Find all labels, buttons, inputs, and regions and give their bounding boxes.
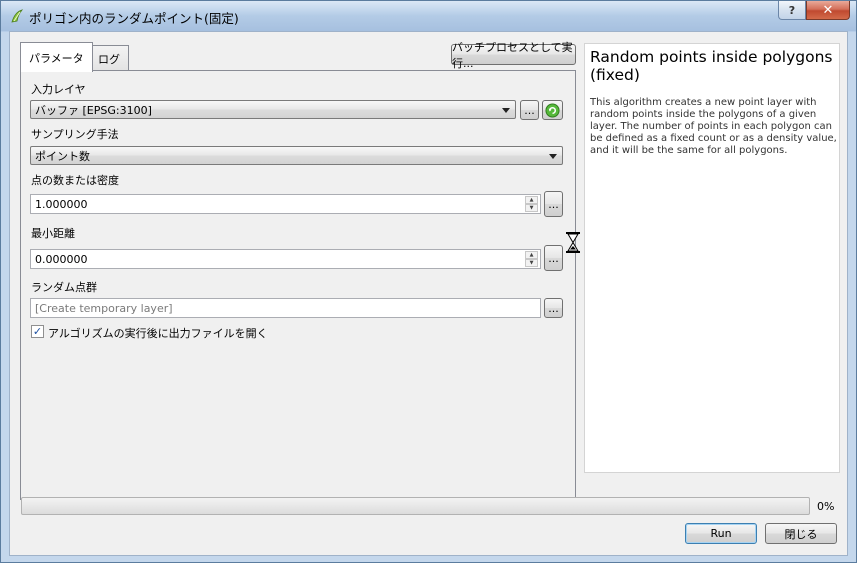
progress-percent: 0%	[817, 500, 835, 513]
points-browse-button[interactable]: ...	[544, 191, 563, 217]
tab-parameters[interactable]: パラメータ	[20, 42, 93, 72]
close-window-button[interactable]: ✕	[806, 1, 850, 20]
min-distance-value: 0.000000	[35, 252, 88, 266]
chevron-down-icon	[502, 108, 510, 113]
run-button[interactable]: Run	[685, 523, 757, 544]
parameters-panel: 入力レイヤ バッファ [EPSG:3100] ... サンプリング手法 ポイント…	[20, 70, 576, 500]
output-field[interactable]: [Create temporary layer]	[30, 298, 541, 318]
chevron-down-icon	[549, 154, 557, 159]
spin-up-icon[interactable]: ▲	[525, 251, 538, 259]
input-layer-label: 入力レイヤ	[31, 83, 86, 96]
points-value: 1.000000	[35, 197, 88, 211]
batch-process-button[interactable]: バッチプロセスとして実行...	[451, 41, 576, 70]
sampling-value: ポイント数	[35, 149, 90, 163]
help-panel: Random points inside polygons (fixed) Th…	[584, 43, 840, 473]
sampling-label: サンプリング手法	[31, 128, 119, 141]
input-layer-value: バッファ [EPSG:3100]	[35, 103, 152, 117]
title-bar[interactable]: ポリゴン内のランダムポイント(固定) ? ✕	[1, 1, 856, 31]
input-layer-combo[interactable]: バッファ [EPSG:3100]	[30, 100, 516, 119]
output-label: ランダム点群	[31, 281, 97, 294]
tab-log[interactable]: ログ	[89, 45, 129, 71]
input-layer-browse-button[interactable]: ...	[520, 100, 539, 120]
close-button[interactable]: 閉じる	[765, 523, 837, 544]
dialog-client: パラメータ ログ バッチプロセスとして実行... 入力レイヤ バッファ [EPS…	[9, 31, 848, 556]
hourglass-cursor-icon	[566, 232, 580, 253]
help-title: Random points inside polygons (fixed)	[590, 48, 833, 84]
points-label: 点の数または密度	[31, 174, 119, 187]
min-distance-spinbox[interactable]: 0.000000 ▲ ▼	[30, 249, 541, 269]
qgis-icon	[11, 9, 24, 23]
dialog-window: ポリゴン内のランダムポイント(固定) ? ✕ パラメータ ログ バッチプロセスと…	[0, 0, 857, 563]
help-description: This algorithm creates a new point layer…	[590, 97, 837, 156]
help-button[interactable]: ?	[778, 1, 806, 20]
spin-up-icon[interactable]: ▲	[525, 196, 538, 204]
refresh-icon	[545, 102, 560, 118]
min-distance-browse-button[interactable]: ...	[544, 245, 563, 271]
points-spinbox[interactable]: 1.000000 ▲ ▼	[30, 194, 541, 214]
min-distance-label: 最小距離	[31, 227, 75, 240]
sampling-combo[interactable]: ポイント数	[30, 146, 563, 165]
spin-down-icon[interactable]: ▼	[525, 259, 538, 267]
open-output-checkbox[interactable]: ✓	[31, 325, 44, 338]
spin-down-icon[interactable]: ▼	[525, 204, 538, 212]
output-browse-button[interactable]: ...	[544, 298, 563, 318]
open-output-label: アルゴリズムの実行後に出力ファイルを開く	[48, 327, 268, 340]
progress-bar	[21, 497, 810, 515]
iterate-button[interactable]	[542, 100, 563, 120]
window-title: ポリゴン内のランダムポイント(固定)	[29, 11, 239, 26]
